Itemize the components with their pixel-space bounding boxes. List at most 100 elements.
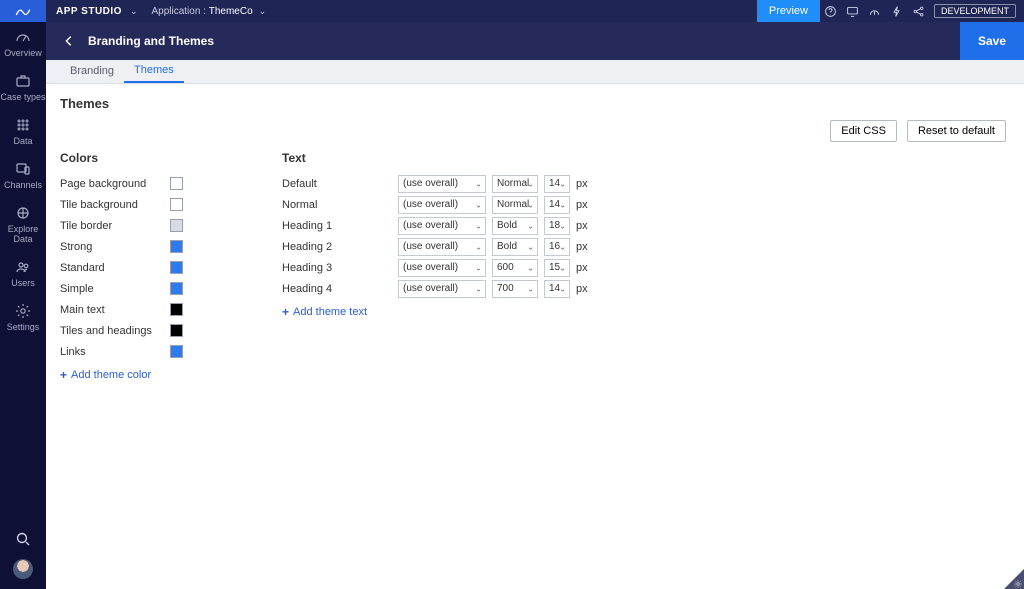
size-select[interactable]: 14⌄ [544, 175, 570, 193]
weight-select[interactable]: 700⌄ [492, 280, 538, 298]
brand-dropdown-icon[interactable]: ⌄ [130, 6, 138, 17]
chevron-down-icon: ⌄ [475, 221, 482, 230]
edit-css-button[interactable]: Edit CSS [830, 120, 897, 142]
chevron-down-icon: ⌄ [559, 200, 566, 209]
environment-badge[interactable]: DEVELOPMENT [934, 4, 1016, 18]
size-select[interactable]: 18⌄ [544, 217, 570, 235]
unit-label: px [576, 178, 592, 190]
sidebar-settings[interactable]: Settings [0, 302, 46, 332]
color-swatch[interactable] [170, 261, 183, 274]
color-label: Standard [60, 262, 170, 274]
gear-icon [0, 302, 46, 320]
sidebar-users[interactable]: Users [0, 258, 46, 288]
color-label: Main text [60, 304, 170, 316]
text-label: Default [282, 178, 392, 190]
brand-title: APP STUDIO [46, 6, 130, 17]
chevron-down-icon: ⌄ [475, 200, 482, 209]
reset-default-button[interactable]: Reset to default [907, 120, 1006, 142]
sidebar-explore-data[interactable]: Explore Data [0, 204, 46, 244]
sidebar-label: Data [0, 136, 46, 146]
chevron-down-icon: ⌄ [527, 179, 534, 188]
users-icon [0, 258, 46, 276]
sidebar-overview[interactable]: Overview [0, 28, 46, 58]
font-select[interactable]: (use overall)⌄ [398, 196, 486, 214]
color-label: Simple [60, 283, 170, 295]
color-label: Page background [60, 178, 170, 190]
monitor-icon[interactable] [842, 0, 864, 22]
sidebar: Overview Case types Data Channels Explor… [0, 22, 46, 589]
sidebar-label: Channels [0, 180, 46, 190]
sidebar-label: Settings [0, 322, 46, 332]
share-icon[interactable] [908, 0, 930, 22]
chevron-down-icon: ⌄ [527, 284, 534, 293]
color-swatch[interactable] [170, 324, 183, 337]
corner-gear-icon[interactable] [1013, 578, 1023, 588]
add-theme-color[interactable]: + Add theme color [60, 368, 282, 382]
unit-label: px [576, 241, 592, 253]
briefcase-icon [0, 72, 46, 90]
chevron-down-icon: ⌄ [527, 263, 534, 272]
font-select[interactable]: (use overall)⌄ [398, 280, 486, 298]
color-row: Tiles and headings [60, 320, 282, 341]
chevron-down-icon: ⌄ [527, 242, 534, 251]
text-row: Default (use overall)⌄ Normal⌄ 14⌄ px [282, 173, 642, 194]
size-select[interactable]: 14⌄ [544, 196, 570, 214]
size-select[interactable]: 15⌄ [544, 259, 570, 277]
color-label: Tile background [60, 199, 170, 211]
chevron-down-icon: ⌄ [527, 221, 534, 230]
colors-panel: Colors Page backgroundTile backgroundTil… [60, 151, 282, 382]
size-select[interactable]: 14⌄ [544, 280, 570, 298]
user-avatar[interactable] [13, 559, 33, 579]
weight-select[interactable]: Bold⌄ [492, 217, 538, 235]
unit-label: px [576, 262, 592, 274]
tab-bar: Branding Themes [46, 60, 1024, 84]
bolt-icon[interactable] [886, 0, 908, 22]
color-label: Links [60, 346, 170, 358]
color-swatch[interactable] [170, 345, 183, 358]
weight-select[interactable]: Normal⌄ [492, 175, 538, 193]
weight-select[interactable]: 600⌄ [492, 259, 538, 277]
font-select[interactable]: (use overall)⌄ [398, 259, 486, 277]
text-row: Heading 4(use overall)⌄700⌄14⌄px [282, 278, 642, 299]
color-swatch[interactable] [170, 303, 183, 316]
color-swatch[interactable] [170, 240, 183, 253]
sidebar-data[interactable]: Data [0, 116, 46, 146]
color-swatch[interactable] [170, 198, 183, 211]
font-select[interactable]: (use overall)⌄ [398, 238, 486, 256]
back-button[interactable] [60, 34, 78, 48]
chevron-down-icon: ⌄ [559, 242, 566, 251]
color-swatch[interactable] [170, 219, 183, 232]
content-area: Themes Edit CSS Reset to default Colors … [46, 84, 1024, 589]
plus-icon: + [282, 305, 289, 319]
help-icon[interactable] [820, 0, 842, 22]
dashboard-icon[interactable] [864, 0, 886, 22]
chevron-down-icon: ⌄ [559, 263, 566, 272]
font-select[interactable]: (use overall)⌄ [398, 217, 486, 235]
color-swatch[interactable] [170, 177, 183, 190]
sidebar-label: Overview [0, 48, 46, 58]
app-name[interactable]: ThemeCo [209, 6, 253, 17]
page-header: Branding and Themes Save [46, 22, 1024, 60]
font-select[interactable]: (use overall)⌄ [398, 175, 486, 193]
action-buttons: Edit CSS Reset to default [830, 120, 1006, 142]
preview-button[interactable]: Preview [757, 0, 820, 22]
text-label: Heading 4 [282, 283, 392, 295]
sidebar-label: Explore Data [0, 224, 46, 244]
weight-select[interactable]: Normal⌄ [492, 196, 538, 214]
color-row: Main text [60, 299, 282, 320]
app-dropdown-icon[interactable]: ⌄ [259, 6, 267, 17]
weight-select[interactable]: Bold⌄ [492, 238, 538, 256]
save-button[interactable]: Save [960, 22, 1024, 60]
sidebar-channels[interactable]: Channels [0, 160, 46, 190]
size-select[interactable]: 16⌄ [544, 238, 570, 256]
tab-themes[interactable]: Themes [124, 59, 184, 83]
sidebar-search[interactable] [0, 519, 46, 559]
text-panel: Text Default(use overall)⌄Normal⌄14⌄pxNo… [282, 151, 642, 382]
sidebar-case-types[interactable]: Case types [0, 72, 46, 102]
text-label: Heading 2 [282, 241, 392, 253]
gauge-icon [0, 28, 46, 46]
add-theme-text-label: Add theme text [293, 306, 367, 318]
add-theme-text[interactable]: + Add theme text [282, 305, 642, 319]
tab-branding[interactable]: Branding [60, 59, 124, 83]
color-swatch[interactable] [170, 282, 183, 295]
